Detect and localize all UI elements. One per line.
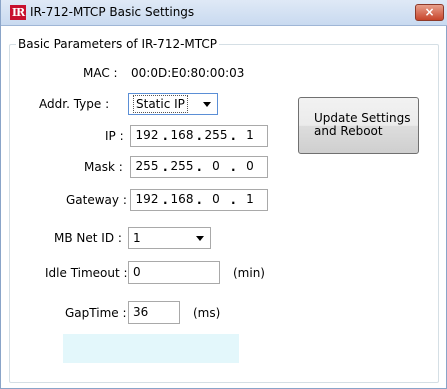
mb-net-id-select[interactable]: 1 bbox=[128, 227, 211, 249]
update-button-line-2: and Reboot bbox=[314, 124, 383, 138]
ip-dot-2: . bbox=[197, 129, 202, 143]
ip-octet-3[interactable]: 255 bbox=[203, 128, 229, 142]
addr-type-label: Addr. Type : bbox=[39, 97, 110, 111]
mask-dot-3: . bbox=[231, 160, 236, 174]
status-message-area bbox=[63, 334, 239, 363]
addr-type-selected-value: Static IP bbox=[133, 95, 188, 113]
gateway-octet-3[interactable]: 0 bbox=[203, 192, 229, 206]
idle-timeout-unit: (min) bbox=[233, 266, 265, 280]
ip-octet-2[interactable]: 168 bbox=[169, 128, 195, 142]
group-title: Basic Parameters of IR-712-MTCP bbox=[16, 37, 220, 51]
gateway-octet-4[interactable]: 1 bbox=[237, 192, 263, 206]
ip-octet-4[interactable]: 1 bbox=[237, 128, 263, 142]
settings-window: IR IR-712-MTCP Basic Settings × Basic Pa… bbox=[0, 0, 447, 389]
ip-octet-1[interactable]: 192 bbox=[134, 128, 160, 142]
mask-dot-1: . bbox=[163, 160, 168, 174]
gateway-label: Gateway : bbox=[66, 193, 127, 207]
ip-dot-1: . bbox=[163, 129, 168, 143]
subnet-mask-field[interactable]: 255 . 255 . 0 . 0 bbox=[130, 156, 268, 178]
mask-dot-2: . bbox=[197, 160, 202, 174]
gateway-octet-2[interactable]: 168 bbox=[169, 192, 195, 206]
ip-address-field[interactable]: 192 . 168 . 255 . 1 bbox=[130, 125, 268, 147]
gap-time-input[interactable]: 36 bbox=[128, 301, 180, 324]
ip-label: IP : bbox=[105, 129, 124, 143]
mask-octet-3[interactable]: 0 bbox=[203, 159, 229, 173]
window-title: IR-712-MTCP Basic Settings bbox=[30, 5, 195, 19]
gateway-field[interactable]: 192 . 168 . 0 . 1 bbox=[130, 189, 268, 211]
idle-timeout-input[interactable]: 0 bbox=[128, 261, 220, 284]
update-settings-reboot-button[interactable]: Update Settings and Reboot bbox=[298, 97, 419, 154]
gateway-octet-1[interactable]: 192 bbox=[134, 192, 160, 206]
mb-net-id-selected-value: 1 bbox=[133, 231, 141, 245]
mb-net-id-label: MB Net ID : bbox=[54, 231, 122, 245]
mask-octet-4[interactable]: 0 bbox=[237, 159, 263, 173]
close-button[interactable]: × bbox=[415, 4, 444, 21]
gateway-dot-1: . bbox=[163, 193, 168, 207]
mask-octet-1[interactable]: 255 bbox=[134, 159, 160, 173]
gateway-dot-2: . bbox=[197, 193, 202, 207]
ip-dot-3: . bbox=[231, 129, 236, 143]
gap-time-unit: (ms) bbox=[193, 306, 221, 320]
idle-timeout-label: Idle Timeout : bbox=[45, 266, 128, 280]
mask-label: Mask : bbox=[84, 160, 123, 174]
app-logo-icon: IR bbox=[10, 5, 26, 20]
title-bar[interactable]: IR IR-712-MTCP Basic Settings × bbox=[1, 0, 447, 26]
mac-value: 00:0D:E0:80:00:03 bbox=[131, 66, 245, 80]
basic-parameters-group bbox=[9, 44, 439, 383]
gap-time-label: GapTime : bbox=[65, 306, 127, 320]
dropdown-arrow-icon bbox=[196, 236, 204, 241]
gateway-dot-3: . bbox=[231, 193, 236, 207]
mac-label: MAC : bbox=[83, 66, 118, 80]
dropdown-arrow-icon bbox=[203, 102, 211, 107]
addr-type-select[interactable]: Static IP bbox=[128, 93, 218, 115]
mask-octet-2[interactable]: 255 bbox=[169, 159, 195, 173]
